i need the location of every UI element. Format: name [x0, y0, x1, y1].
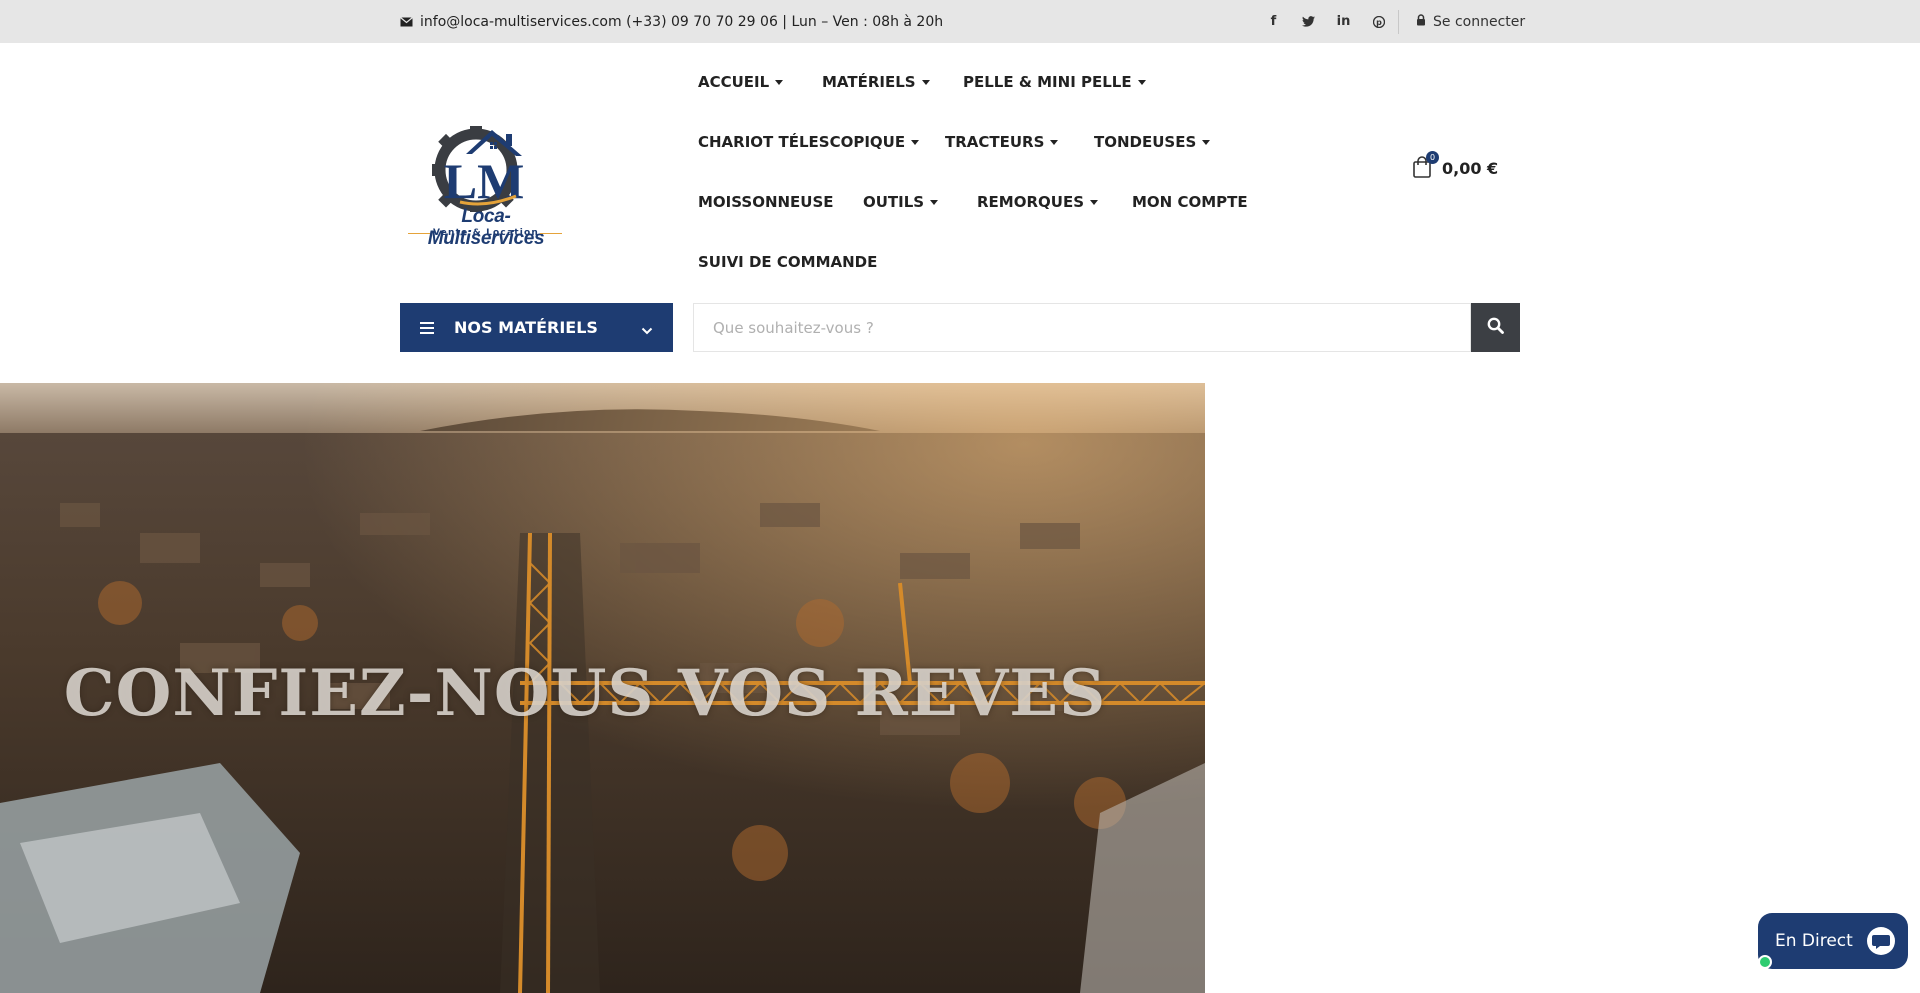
lock-icon: [1416, 13, 1426, 30]
logo-accent-line-right: [540, 233, 562, 234]
nav-label: TRACTEURS: [945, 133, 1045, 151]
caret-down-icon: [921, 79, 930, 85]
nav-item-moissonneuse[interactable]: MOISSONNEUSE: [698, 193, 834, 211]
nav-item-chariot-telescopique[interactable]: CHARIOT TÉLESCOPIQUE: [698, 133, 920, 151]
chevron-down-icon: [641, 320, 653, 339]
contact-info: info@loca-multiservices.com (+33) 09 70 …: [400, 0, 943, 43]
nav-item-pelle-mini-pelle[interactable]: PELLE & MINI PELLE: [963, 73, 1146, 91]
nav-item-materiels[interactable]: MATÉRIELS: [822, 73, 930, 91]
nav-label: TONDEUSES: [1094, 133, 1197, 151]
nav-label: REMORQUES: [977, 193, 1085, 211]
caret-down-icon: [1137, 79, 1146, 85]
live-chat-widget[interactable]: En Direct: [1758, 913, 1908, 969]
site-logo[interactable]: LM Loca-Multiservices Vente & Location: [400, 98, 570, 250]
cart-count-badge: 0: [1426, 151, 1439, 164]
nav-label: ACCUEIL: [698, 73, 770, 91]
nav-label: SUIVI DE COMMANDE: [698, 253, 878, 271]
categories-menu-button[interactable]: NOS MATÉRIELS: [400, 303, 673, 352]
caret-down-icon: [1202, 139, 1211, 145]
nav-label: OUTILS: [863, 193, 925, 211]
nav-label: MON COMPTE: [1132, 193, 1248, 211]
nav-item-mon-compte[interactable]: MON COMPTE: [1132, 193, 1248, 211]
pinterest-icon[interactable]: p: [1361, 0, 1396, 43]
twitter-icon[interactable]: [1291, 0, 1326, 43]
categories-label: NOS MATÉRIELS: [454, 318, 598, 337]
svg-text:p: p: [1376, 18, 1382, 27]
caret-down-icon: [1050, 139, 1059, 145]
hero-video[interactable]: CONFIEZ-NOUS VOS REVES: [0, 383, 1205, 993]
caret-down-icon: [775, 79, 784, 85]
cart-total: 0,00 €: [1442, 158, 1499, 178]
login-label: Se connecter: [1433, 13, 1526, 30]
hero-headline: CONFIEZ-NOUS VOS REVES: [63, 656, 1107, 731]
top-bar: info@loca-multiservices.com (+33) 09 70 …: [0, 0, 1920, 43]
online-status-dot: [1758, 955, 1772, 969]
svg-text:LM: LM: [444, 153, 525, 209]
nav-label: CHARIOT TÉLESCOPIQUE: [698, 133, 906, 151]
nav-item-tracteurs[interactable]: TRACTEURS: [945, 133, 1059, 151]
nav-label: MATÉRIELS: [822, 73, 916, 91]
linkedin-icon[interactable]: in: [1326, 0, 1361, 43]
hamburger-icon: [420, 321, 434, 334]
caret-down-icon: [911, 139, 920, 145]
chat-label: En Direct: [1775, 931, 1853, 951]
nav-label: MOISSONNEUSE: [698, 193, 834, 211]
search-icon: [1487, 317, 1504, 338]
search-input[interactable]: [694, 304, 1470, 351]
nav-item-accueil[interactable]: ACCUEIL: [698, 73, 784, 91]
social-links: f in p: [1256, 0, 1396, 43]
nav-label: PELLE & MINI PELLE: [963, 73, 1132, 91]
nav-item-remorques[interactable]: REMORQUES: [977, 193, 1099, 211]
envelope-icon: [400, 16, 413, 27]
facebook-icon[interactable]: f: [1256, 0, 1291, 43]
search-bar: [693, 303, 1471, 352]
nav-item-suivi-de-commande[interactable]: SUIVI DE COMMANDE: [698, 253, 877, 271]
caret-down-icon: [930, 199, 939, 205]
login-link[interactable]: Se connecter: [1416, 0, 1525, 43]
search-button[interactable]: [1471, 303, 1520, 352]
contact-text: info@loca-multiservices.com (+33) 09 70 …: [420, 13, 944, 30]
nav-item-tondeuses[interactable]: TONDEUSES: [1094, 133, 1211, 151]
shopping-bag-icon: 0: [1412, 151, 1439, 180]
caret-down-icon: [1090, 199, 1099, 205]
topbar-divider: [1398, 10, 1399, 34]
chat-bubble-icon: [1866, 927, 1896, 959]
nav-item-outils[interactable]: OUTILS: [863, 193, 939, 211]
cart-button[interactable]: 0 0,00 €: [1412, 151, 1499, 180]
